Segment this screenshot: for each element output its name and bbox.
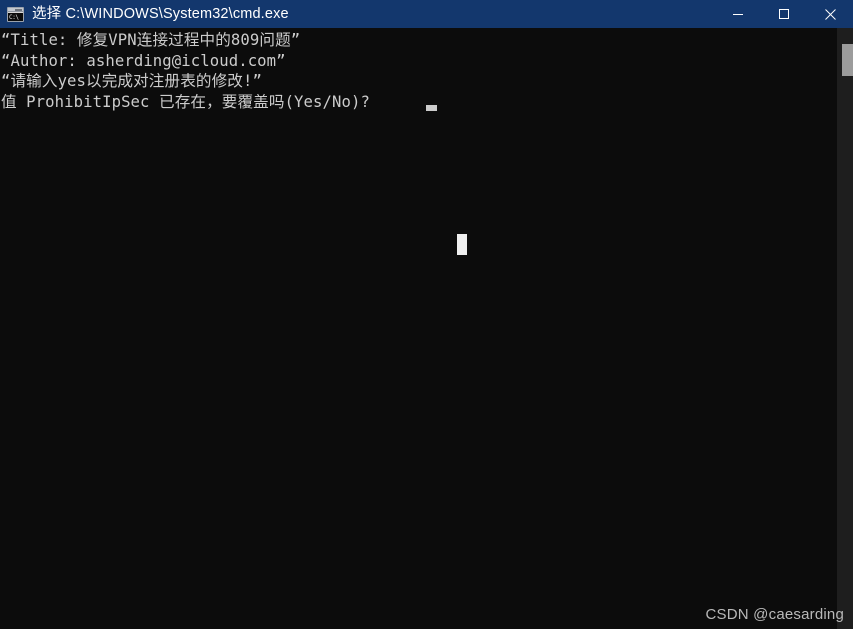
console-line: “Author: asherding@icloud.com” bbox=[1, 51, 286, 70]
watermark-label: CSDN @caesarding bbox=[705, 606, 844, 623]
cmd-icon-dots bbox=[15, 8, 22, 11]
text-caret bbox=[426, 105, 437, 111]
cmd-console-icon: C:\ bbox=[7, 6, 24, 22]
console-line: “请输入yes以完成对注册表的修改!” bbox=[1, 72, 262, 90]
console-line: “Title: 修复VPN连接过程中的809问题” bbox=[1, 31, 301, 49]
window-controls bbox=[715, 0, 853, 28]
cmd-icon-prompt: C:\ bbox=[8, 12, 23, 21]
console-line: 值 ProhibitIpSec 已存在，要覆盖吗(Yes/No)? bbox=[1, 92, 370, 111]
cmd-icon-titlestrip bbox=[8, 7, 23, 12]
mouse-text-cursor bbox=[457, 234, 467, 255]
close-button[interactable] bbox=[807, 0, 853, 28]
vertical-scrollbar[interactable] bbox=[837, 28, 853, 629]
scrollbar-thumb[interactable] bbox=[842, 44, 853, 76]
minimize-button[interactable] bbox=[715, 0, 761, 28]
window-title: 选择 C:\WINDOWS\System32\cmd.exe bbox=[32, 6, 289, 22]
title-bar[interactable]: C:\ 选择 C:\WINDOWS\System32\cmd.exe bbox=[0, 0, 853, 28]
close-icon bbox=[824, 8, 836, 20]
maximize-icon bbox=[779, 9, 789, 19]
minimize-icon bbox=[733, 14, 743, 15]
cmd-window: C:\ 选择 C:\WINDOWS\System32\cmd.exe “Titl… bbox=[0, 0, 853, 629]
console-output-area[interactable]: “Title: 修复VPN连接过程中的809问题” “Author: asher… bbox=[0, 28, 837, 629]
maximize-button[interactable] bbox=[761, 0, 807, 28]
